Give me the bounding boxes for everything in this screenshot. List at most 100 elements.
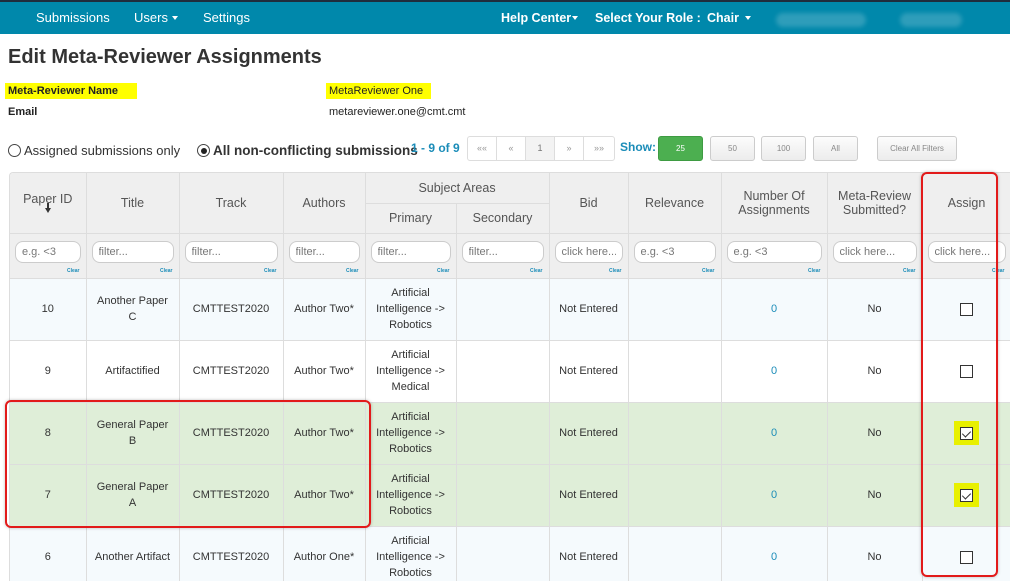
cell-assign xyxy=(922,526,1010,581)
primary-line2: Intelligence -> xyxy=(376,427,445,439)
radio-assigned-label: Assigned submissions only xyxy=(24,143,181,158)
assignments-count-link[interactable]: 0 xyxy=(771,365,777,377)
assignments-count-link[interactable]: 0 xyxy=(771,427,777,439)
result-count: 1 - 9 of 9 xyxy=(411,141,460,155)
show-100-button[interactable]: 100 xyxy=(761,136,806,161)
clear-filter-link[interactable]: Clear xyxy=(808,268,821,274)
filter-title-input[interactable] xyxy=(91,240,174,263)
nav-settings[interactable]: Settings xyxy=(203,2,250,34)
clear-filter-link[interactable]: Clear xyxy=(67,268,80,274)
filter-cell-primary: Clear xyxy=(365,233,457,279)
cell-assign xyxy=(922,402,1010,465)
assignments-count-link[interactable]: 0 xyxy=(771,489,777,501)
redacted-user-name xyxy=(776,13,866,27)
page-1-button[interactable]: 1 xyxy=(526,137,555,160)
radio-assigned-only[interactable]: Assigned submissions only xyxy=(8,143,180,158)
clear-filter-link[interactable]: Clear xyxy=(160,268,173,274)
first-page-button[interactable]: «« xyxy=(468,137,497,160)
col-header-bid[interactable]: Bid xyxy=(549,173,629,234)
title-line1: General Paper xyxy=(96,481,169,493)
assign-checkbox[interactable] xyxy=(960,488,974,502)
nav-settings-label: Settings xyxy=(203,10,250,25)
nav-help-center[interactable]: Help Center xyxy=(501,2,579,34)
cell-primary-subject: Artificial Intelligence -> Medical xyxy=(365,340,457,403)
cell-meta-review-submitted: No xyxy=(827,278,923,341)
clear-filter-link[interactable]: Clear xyxy=(903,268,916,274)
filter-bid-input[interactable] xyxy=(554,240,623,263)
assign-checkbox[interactable] xyxy=(960,302,974,316)
nav-submissions[interactable]: Submissions xyxy=(36,2,110,34)
filter-cell-paper-id: Clear xyxy=(10,233,87,279)
checkbox-highlight xyxy=(954,483,980,507)
col-header-paper-id[interactable]: Paper ID xyxy=(10,173,87,234)
cell-paper-id: 6 xyxy=(10,526,87,581)
cell-track: CMTTEST2020 xyxy=(179,340,284,403)
assignments-count-link[interactable]: 0 xyxy=(771,303,777,315)
col-header-primary[interactable]: Primary xyxy=(365,203,457,234)
primary-line3: Robotics xyxy=(389,505,432,517)
filter-cell-bid: Clear xyxy=(549,233,629,279)
filter-authors-input[interactable] xyxy=(288,240,360,263)
clear-all-filters-button[interactable]: Clear All Filters xyxy=(877,136,957,161)
role-selector[interactable]: Chair xyxy=(707,2,751,34)
title-line2: A xyxy=(128,497,137,509)
filter-assign-input[interactable] xyxy=(927,240,1006,263)
filter-cell-track: Clear xyxy=(179,233,284,279)
role-value: Chair xyxy=(707,11,739,25)
clear-filter-link[interactable]: Clear xyxy=(346,268,359,274)
help-center-label: Help Center xyxy=(501,11,572,25)
page-title: Edit Meta-Reviewer Assignments xyxy=(8,46,322,68)
nav-users[interactable]: Users xyxy=(134,2,178,34)
assign-checkbox[interactable] xyxy=(960,426,974,440)
radio-all-non-conflicting[interactable]: All non-conflicting submissions xyxy=(197,143,418,158)
filter-meta-review-submitted-input[interactable] xyxy=(832,240,917,263)
clear-filter-link[interactable]: Clear xyxy=(530,268,543,274)
table-row: 9 Artifactified CMTTEST2020 Author Two* Arti… xyxy=(10,340,1010,403)
col-header-meta-review-submitted[interactable]: Meta-Review Submitted? xyxy=(827,173,923,234)
cell-track: CMTTEST2020 xyxy=(179,402,284,465)
show-50-button[interactable]: 50 xyxy=(710,136,755,161)
show-25-button[interactable]: 25 xyxy=(658,136,703,161)
filter-primary-input[interactable] xyxy=(370,240,451,263)
col-header-relevance[interactable]: Relevance xyxy=(628,173,722,234)
filter-paper-id-input[interactable] xyxy=(15,240,81,263)
col-header-number-of-assignments[interactable]: Number Of Assignments xyxy=(721,173,828,234)
next-page-button[interactable]: » xyxy=(555,137,584,160)
filter-secondary-input[interactable] xyxy=(461,240,544,263)
title-line1: Artifactified xyxy=(105,365,160,377)
col-header-title[interactable]: Title xyxy=(86,173,180,234)
title-line2: B xyxy=(128,435,137,447)
clear-filter-link[interactable]: Clear xyxy=(702,268,715,274)
radio-button-icon[interactable] xyxy=(8,144,21,157)
pagination: «« « 1 » »» xyxy=(467,136,615,161)
col-header-secondary[interactable]: Secondary xyxy=(456,203,550,234)
clear-filter-link[interactable]: Clear xyxy=(437,268,450,274)
redacted-user-menu xyxy=(900,13,962,27)
col-header-assign[interactable]: Assign xyxy=(922,173,1010,234)
show-all-button[interactable]: All xyxy=(813,136,858,161)
cell-assign xyxy=(922,278,1010,341)
cell-number-of-assignments: 0 xyxy=(721,526,828,581)
filter-number-of-assignments-input[interactable] xyxy=(726,240,822,263)
table-row: 10 Another Paper C CMTTEST2020 Author Two* Ar… xyxy=(10,278,1010,341)
nav-submissions-label: Submissions xyxy=(36,10,110,25)
cell-primary-subject: Artificial Intelligence -> Robotics xyxy=(365,402,457,465)
primary-line2: Intelligence -> xyxy=(376,489,445,501)
col-header-track[interactable]: Track xyxy=(179,173,284,234)
clear-filter-link[interactable]: Clear xyxy=(992,268,1005,274)
filter-relevance-input[interactable] xyxy=(633,240,716,263)
cell-title: General Paper B xyxy=(86,402,180,465)
col-header-authors[interactable]: Authors xyxy=(283,173,366,234)
assignments-count-link[interactable]: 0 xyxy=(771,551,777,563)
prev-page-button[interactable]: « xyxy=(497,137,526,160)
filter-track-input[interactable] xyxy=(184,240,278,263)
assign-checkbox[interactable] xyxy=(960,364,974,378)
clear-filter-link[interactable]: Clear xyxy=(609,268,622,274)
filter-cell-number-of-assignments: Clear xyxy=(721,233,828,279)
col-header-subject-areas: Subject Areas xyxy=(365,173,550,204)
assign-checkbox[interactable] xyxy=(960,550,974,564)
clear-filter-link[interactable]: Clear xyxy=(264,268,277,274)
cell-meta-review-submitted: No xyxy=(827,402,923,465)
radio-button-selected-icon[interactable] xyxy=(197,144,210,157)
last-page-button[interactable]: »» xyxy=(584,137,614,160)
